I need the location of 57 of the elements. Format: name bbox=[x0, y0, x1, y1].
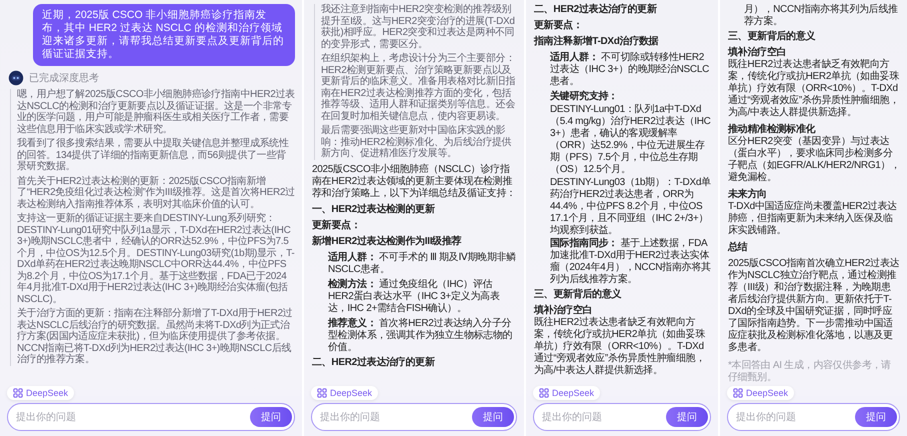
answer-paragraph: 2025版CSCO指南首次确立HER2过表达作为NSCLC独立治疗靶点，通过检测推荐（III级）和治疗数据注释，为晚期患者后线治疗提供新方向。更新依托于T-DXd的全球及中国研究证据，同时呼应了国际指南趋势。下一步需推动中国适应症获批及检测标准化落地，以惠及更多患者。 bbox=[728, 258, 900, 354]
thinking-paragraph: 最后需要强调这些更新对中国临床实践的影响：推动HER2检测标准化、为后线治疗提供新方向、促进精准医疗发展等。 bbox=[321, 125, 512, 160]
section-heading: 总结 bbox=[728, 242, 748, 254]
thinking-paragraph: 我看到了很多搜索结果，需要从中提取关键信息并整理成系统性的回答。134提供了详细的指南更新信息，而56则提供了一些背景研究数据。 bbox=[17, 138, 290, 172]
answer-paragraph: 既往HER2过表达患者缺乏有效靶向方案，传统化疗或抗HER2单抗（如曲妥珠单抗）疗效有限（ORR<10%）。T-DXd通过“旁观者效应”杀伤异质性肿瘤细胞，为高/中表达人群提供新选择。 bbox=[728, 59, 900, 119]
user-message: 近期，2025版 CSCO 非小细胞肺癌诊疗指南发布，其中 HER2 过表达 NSCLC 的检测和治疗领域迎来诸多更新，请帮我总结更新要点及更新背后的循证证据支持。 bbox=[33, 4, 295, 66]
section-heading: 二、HER2过表达治疗的更新 bbox=[534, 4, 658, 16]
section-heading: 二、HER2过表达治疗的更新 bbox=[312, 356, 436, 368]
list-item-label: 关键研究支持： bbox=[549, 91, 619, 103]
answer-paragraph: T-DXd中国适应症尚未覆盖HER2过表达肺癌，但指南更新为未来纳入医保及临床实践铺路。 bbox=[728, 201, 898, 237]
section-heading: 更新要点： bbox=[534, 20, 584, 32]
answer-paragraph: 区分HER2突变（基因变异）与过表达（蛋白水平），要求临床同步检测多分子靶点（如EGFR/ALK/HER2/NRG1），避免漏检。 bbox=[728, 136, 900, 184]
point-title: 填补治疗空白 bbox=[728, 47, 788, 58]
disclaimer: *本回答由 AI 生成，内容仅供参考，请仔细甄别。 bbox=[728, 360, 892, 384]
badge-label: DeepSeek bbox=[26, 388, 68, 398]
list-item-text: 月），NCCN指南亦将其列为后线推荐方案。 bbox=[743, 4, 899, 28]
grid-logo-icon bbox=[13, 388, 23, 398]
grid-logo-icon bbox=[539, 388, 549, 398]
grid-logo-icon bbox=[317, 388, 327, 398]
section-heading: 三、更新背后的意义 bbox=[534, 289, 622, 301]
point-title: 填补治疗空白 bbox=[534, 305, 594, 316]
thinking-paragraph: 首先关于HER2过表达检测的更新：2025版CSCO指南新增了“HER2免疫组化过表达检测”作为III级推荐。这是首次将HER2过表达检测纳入指南推荐体系，表明对其临床价值的认可。 bbox=[17, 176, 295, 210]
list-item: 国际指南同步： 基于上述数据，FDA加速批准T-DXd用于HER2过表达实体瘤（2024年4月），NCCN指南亦将其列为后线推荐方案。 bbox=[549, 238, 711, 286]
badge-label: DeepSeek bbox=[330, 388, 372, 398]
list-item: 检测方法： 通过免疫组化（IHC）评估HER2蛋白表达水平（IHC 3+定义为高表达，IHC 2+需结合FISH确认）。 bbox=[326, 278, 500, 314]
section-heading: 三、更新背后的意义 bbox=[728, 31, 816, 43]
thinking-paragraph: 我还注意到指南中HER2突变检测的推荐级别提升至I级。这与HER2突变治疗的进展(T-DXd获批)相呼应。HER2突变和过表达是两种不同的变异形式，需要区分。 bbox=[321, 4, 516, 50]
robot-avatar-icon bbox=[8, 70, 24, 86]
list-item-text: DESTINY-Lung01：队列1a中T-DXd（5.4 mg/kg）治疗HER2过表达（IHC 3+）患者，确认的客观缓解率（ORR）达52.9%，中位无进展生存期（PFS）7.5个月，中位总生存期（OS）12.5个月。 bbox=[549, 104, 711, 176]
point-title: 推动精准检测标准化 bbox=[728, 124, 816, 136]
badge-label: DeepSeek bbox=[746, 388, 788, 398]
list-item: 适用人群： 不可手术的 Ⅲ 期及Ⅳ期晚期非鳞NSCLC患者。 bbox=[327, 252, 517, 276]
section-heading: 更新要点： bbox=[312, 220, 362, 232]
thinking-paragraph: 关于治疗方面的更新：指南在注释部分新增了T-DXd用于HER2过表达NSCLC后线治疗的研究数据。虽然尚未将T-DXd列为正式治疗方案(因国内适应症未获批)，但为临床使用提供了参考依据。NCCN指南已将T-DXd列为HER2过表达(IHC 3+)晚期NSCLC后线治疗的推荐方案。 bbox=[17, 308, 294, 366]
grid-logo-icon bbox=[733, 388, 743, 398]
answer-paragraph: 既往HER2过表达患者缺乏有效靶向方案，传统化疗或抗HER2单抗（如曲妥珠单抗）疗效有限（ORR<10%）。T-DXd通过“旁观者效应”杀伤异质性肿瘤细胞，为高/中表达人群提供新选择。 bbox=[534, 317, 706, 377]
list-item: 推荐意义： 首次将HER2过表达纳入分子分型检测体系，强调其作为独立生物标志物的价值。 bbox=[326, 318, 514, 354]
ask-button[interactable]: 提问 bbox=[666, 407, 708, 427]
question-field[interactable]: 提出你的问题 提问 bbox=[533, 403, 711, 431]
ask-button[interactable]: 提问 bbox=[250, 407, 292, 427]
section-heading: 一、HER2过表达检测的更新 bbox=[312, 204, 436, 216]
question-field[interactable]: 提出你的问题 提问 bbox=[727, 403, 900, 431]
ask-button[interactable]: 提问 bbox=[855, 407, 897, 427]
section-heading: 指南注释新增T-DXd治疗数据 bbox=[534, 36, 660, 48]
thinking-paragraph: 嗯，用户想了解2025版CSCO非小细胞肺癌诊疗指南中HER2过表达NSCLC的检测和治疗更新要点以及循证证据。这是一个非常专业的医学问题，用户可能是肿瘤科医生或相关医疗工作者，需要这些信息用于临床实践或学术研究。 bbox=[17, 89, 295, 135]
ask-button[interactable]: 提问 bbox=[472, 407, 514, 427]
section-heading: 新增HER2过表达检测作为III级推荐 bbox=[312, 236, 462, 248]
question-field[interactable]: 提出你的问题 提问 bbox=[7, 403, 295, 431]
point-title: 未来方向 bbox=[728, 189, 768, 200]
list-item: 适用人群： 不可切除或转移性HER2过表达（IHC 3+）的晚期经治NSCLC患者。 bbox=[549, 52, 710, 88]
thinking-paragraph: 在组织架构上，考虑设计分为三个主要部分：HER2检测更新要点、治疗策略更新要点以及更新背后的临床意义。准备用表格对比新旧指南在HER2过表达检测推荐方面的变化，包括推荐等级、适用人群和证据类别等信息。还会在回复时加相关键信息点，使内容更易读。 bbox=[321, 53, 516, 122]
question-field[interactable]: 提出你的问题 提问 bbox=[311, 403, 517, 431]
badge-label: DeepSeek bbox=[552, 388, 594, 398]
list-item-text: DESTINY-Lung03（1b期）：T-DXd单药治疗HER2过表达患者，ORR为44.4%，中位PFS 8.2个月，中位OS 17.1个月，且不同亚组（IHC 2+/3+）均观察到获益。 bbox=[549, 177, 711, 237]
answer-paragraph: 2025版CSCO非小细胞肺癌（NSCLC）诊疗指南在HER2过表达领域的更新主要体现在检测推荐和治疗策略上，以下为详细总结及循证支持： bbox=[312, 164, 517, 200]
thinking-status: 已完成深度思考 bbox=[29, 72, 99, 85]
thinking-paragraph: 支持这一更新的循证证据主要来自DESTINY-Lung系列研究：DESTINY-Lung01研究中队列1a显示，T-DXd在HER2过表达(IHC 3+)晚期NSCLC患者中，经确认的ORR达52.9%，中位PFS为7.5个月，中位OS为12.5个月。DESTINY-Lung03研究(1b期)显示，T-DXd单药在HER2过表达晚期NSCLC中ORR达44.4%，中位PFS为8.2个月，中位OS为17.1个月。基于这些数据，FDA已于2024年4月批准T-DXd用于HER2过表达(IHC 3+)晚期经治实体瘤(包括NSCLC)。 bbox=[17, 213, 295, 305]
